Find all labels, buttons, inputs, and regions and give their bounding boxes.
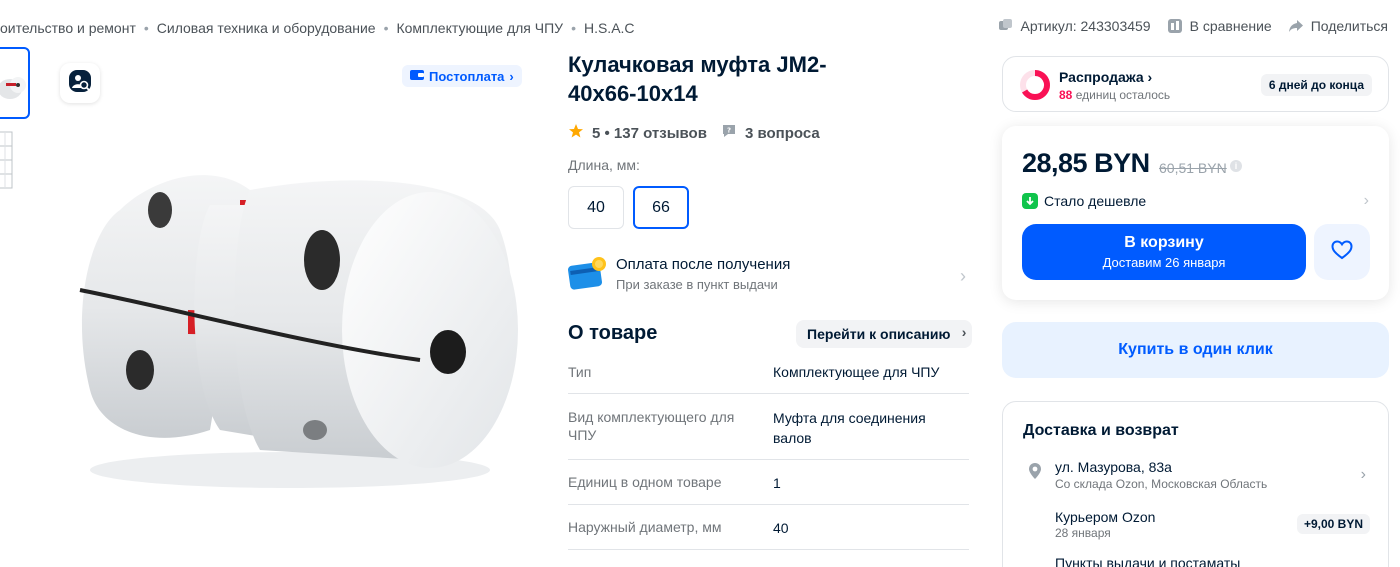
product-title: Кулачковая муфта JM2-40x66-10x14 (568, 52, 827, 106)
wallet-icon (410, 69, 424, 84)
share-button[interactable]: Поделиться (1288, 18, 1388, 34)
chevron-right-icon: › (1363, 192, 1369, 209)
questions-count: 3 вопроса (744, 124, 820, 142)
price-dropped-link[interactable]: Стало дешевле (1022, 193, 1146, 209)
payment-title: Оплата после получения (616, 256, 791, 273)
card-coin-icon (568, 256, 608, 299)
info-icon[interactable]: i (1230, 160, 1242, 172)
chevron-right-icon: › (509, 68, 514, 84)
length-label: Длина, мм: (568, 157, 640, 173)
question-bubble-icon: ? (721, 123, 737, 143)
chevron-right-icon[interactable]: › (1361, 466, 1366, 484)
sale-units-text: единиц осталось (1075, 88, 1171, 102)
compare-button[interactable]: В сравнение (1167, 18, 1272, 34)
spec-value: Муфта для соединения валов (773, 410, 926, 446)
sale-units-left: 88 единиц осталось (1059, 88, 1170, 102)
chevron-right-icon: › (961, 324, 967, 340)
sale-banner[interactable]: Распродажа › 88 единиц осталось 6 дней д… (1002, 56, 1389, 112)
star-icon (568, 123, 584, 143)
delivery-address[interactable]: ул. Мазурова, 83а (1055, 459, 1172, 475)
breadcrumb-item[interactable]: H.S.A.C (584, 20, 635, 36)
chevron-right-icon: › (960, 266, 966, 286)
spec-row: Наружный диаметр, мм 40 (568, 505, 969, 550)
spec-key: Вид комплектующего для ЧПУ (568, 409, 735, 443)
product-image[interactable] (60, 130, 530, 500)
buy-one-click-button[interactable]: Купить в один клик (1002, 322, 1389, 378)
add-to-cart-label: В корзину (1124, 234, 1204, 251)
payment-subtitle: При заказе в пункт выдачи (616, 277, 778, 292)
breadcrumb-separator: • (143, 20, 149, 36)
breadcrumb-item[interactable]: Силовая техника и оборудование (157, 20, 376, 36)
breadcrumb: оительство и ремонт • Силовая техника и … (0, 18, 635, 38)
courier-option[interactable]: Курьером Ozon (1055, 509, 1155, 525)
heart-icon (1331, 239, 1353, 265)
pickup-points-option[interactable]: Пункты выдачи и постаматы (1055, 555, 1240, 567)
spec-value: 1 (773, 475, 781, 491)
article-text: Артикул: 243303459 (1020, 18, 1151, 34)
payment-after-receipt[interactable]: Оплата после получения При заказе в пунк… (568, 254, 968, 296)
rating-row: 5 • 137 отзывов ? 3 вопроса (568, 123, 820, 143)
arrow-down-icon (1022, 193, 1038, 209)
spec-value: 40 (773, 520, 789, 536)
compare-label: В сравнение (1189, 18, 1272, 34)
price-dropped-label: Стало дешевле (1044, 193, 1147, 209)
spec-value: Комплектующее для ЧПУ (773, 364, 940, 380)
breadcrumb-separator: • (383, 20, 389, 36)
share-label: Поделиться (1310, 18, 1388, 34)
delivery-address-sub: Со склада Ozon, Московская Область (1055, 477, 1268, 491)
image-search-button[interactable] (60, 63, 100, 103)
sale-title: Распродажа › (1059, 69, 1153, 85)
spec-row: Вид комплектующего для ЧПУ Муфта для сое… (568, 394, 969, 460)
spec-key: Наружный диаметр, мм (568, 519, 722, 535)
favorite-button[interactable] (1314, 224, 1370, 280)
length-option-40[interactable]: 40 (568, 186, 624, 229)
sale-ring-icon (1019, 69, 1051, 106)
goto-description-label: Перейти к описанию (807, 326, 951, 342)
spec-row: Единиц в одном товаре 1 (568, 460, 969, 505)
gallery-thumbnail[interactable] (0, 128, 18, 192)
copy-icon (998, 18, 1014, 34)
spec-key: Тип (568, 364, 592, 380)
sale-days-left: 6 дней до конца (1260, 74, 1372, 96)
rating-reviews-link[interactable]: 5 • 137 отзывов (592, 125, 707, 142)
specs-table: Тип Комплектующее для ЧПУ Вид комплектую… (568, 352, 969, 550)
map-pin-icon (1027, 462, 1043, 485)
breadcrumb-item[interactable]: Комплектующие для ЧПУ (396, 20, 563, 36)
spec-key: Единиц в одном товаре (568, 474, 722, 490)
header-meta: Артикул: 243303459 В сравнение Поделитьс… (998, 18, 1388, 34)
breadcrumb-separator: • (571, 20, 576, 36)
breadcrumb-item[interactable]: оительство и ремонт (0, 20, 136, 36)
delivery-title: Доставка и возврат (1023, 422, 1179, 439)
current-price: 28,85 BYN (1022, 148, 1150, 178)
gallery-thumbnail-active[interactable] (0, 47, 30, 119)
article-number[interactable]: Артикул: 243303459 (998, 18, 1151, 34)
courier-price: +9,00 BYN (1296, 514, 1370, 534)
delivery-card: Доставка и возврат ул. Мазурова, 83а Со … (1002, 401, 1389, 567)
postpay-label: Постоплата (429, 68, 505, 84)
price-card: 28,85 BYN 60,51 BYN i Стало дешевле › В … (1002, 126, 1389, 300)
goto-description-button[interactable]: Перейти к описанию › (796, 320, 973, 348)
about-section-title: О товаре (568, 322, 658, 344)
courier-date: 28 января (1055, 526, 1111, 540)
length-option-66-selected[interactable]: 66 (633, 186, 689, 229)
add-to-cart-button[interactable]: В корзину Доставим 26 января (1022, 224, 1306, 280)
svg-text:?: ? (727, 127, 731, 135)
sale-units-count: 88 (1059, 88, 1073, 102)
spec-row: Тип Комплектующее для ЧПУ (568, 352, 969, 394)
postpay-badge[interactable]: Постоплата › (402, 65, 522, 87)
delivery-date-label: Доставим 26 января (1102, 255, 1226, 270)
old-price: 60,51 BYN (1159, 160, 1227, 176)
image-search-icon (67, 68, 93, 99)
compare-icon (1167, 18, 1183, 34)
questions-link[interactable]: ? 3 вопроса (721, 123, 820, 143)
share-icon (1288, 18, 1304, 34)
